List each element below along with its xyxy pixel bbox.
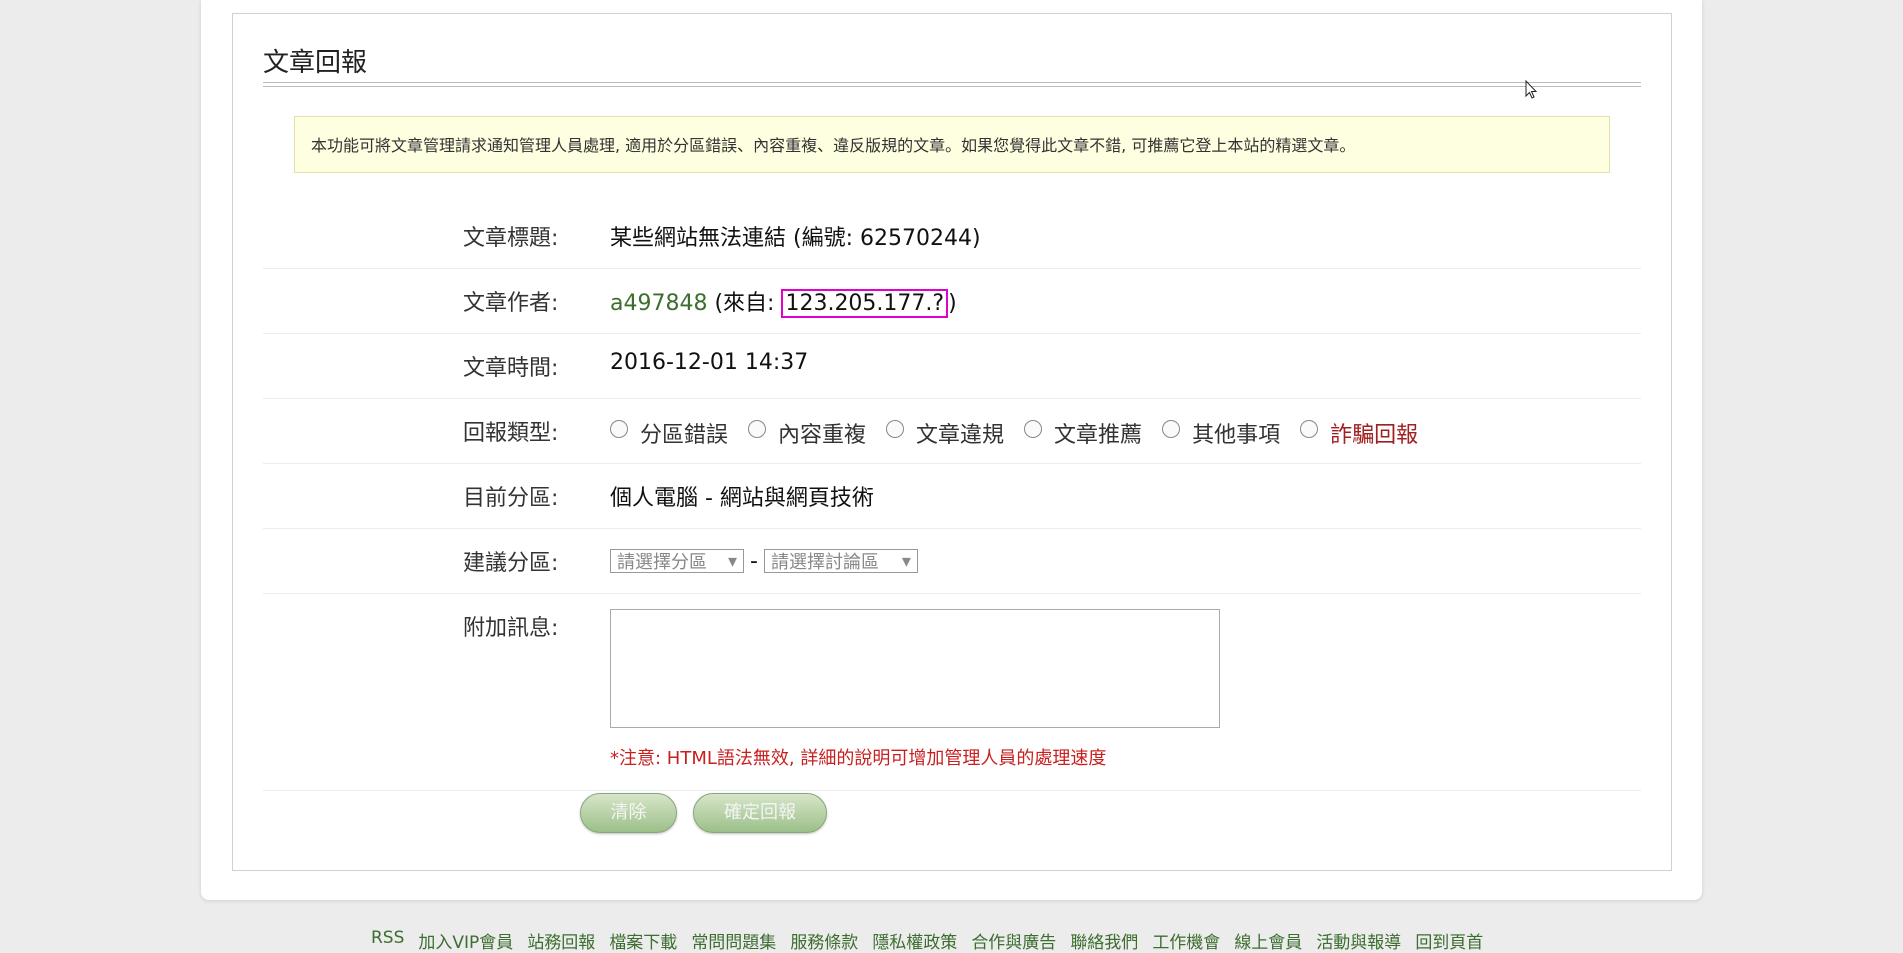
author-ip: 123.205.177.? xyxy=(781,289,949,318)
footer-links: RSS 加入VIP會員 站務回報 檔案下載 常問問題集 服務條款 隱私權政策 合… xyxy=(371,928,1483,953)
forum-select-value: 請選擇討論區 xyxy=(770,552,879,573)
footer-link-downloads[interactable]: 檔案下載 xyxy=(609,928,677,953)
title-label: 文章標題: xyxy=(463,226,559,251)
footer-link-faq[interactable]: 常問問題集 xyxy=(691,928,776,953)
notice-box: 本功能可將文章管理請求通知管理人員處理, 適用於分區錯誤、內容重複、違反版規的文… xyxy=(294,116,1610,173)
row-time: 文章時間: 2016-12-01 14:37 xyxy=(263,334,1641,399)
radio-type-0[interactable]: 分區錯誤 xyxy=(610,417,728,449)
section-select[interactable]: 請選擇分區 ▾ xyxy=(610,549,744,573)
article-time: 2016-12-01 14:37 xyxy=(610,350,809,375)
author-label: 文章作者: xyxy=(463,291,559,316)
clear-button[interactable]: 清除 xyxy=(580,793,677,833)
radio-label: 詐騙回報 xyxy=(1330,423,1419,448)
radio-button[interactable] xyxy=(886,420,905,438)
radio-label: 文章違規 xyxy=(916,423,1005,448)
report-type-group: 分區錯誤 內容重複 文章違規 文章推薦 其他事項 詐騙回報 xyxy=(610,417,1438,449)
footer-link-jobs[interactable]: 工作機會 xyxy=(1152,928,1220,953)
radio-type-4[interactable]: 其他事項 xyxy=(1162,417,1280,449)
radio-button[interactable] xyxy=(1024,420,1043,438)
radio-button[interactable] xyxy=(748,420,767,438)
author-value: a497848 (來自: 123.205.177.?) xyxy=(610,285,957,318)
footer-link-top[interactable]: 回到頁首 xyxy=(1415,928,1483,953)
radio-label: 內容重複 xyxy=(778,423,867,448)
page-title: 文章回報 xyxy=(263,48,368,78)
author-from-prefix: (來自: xyxy=(707,291,782,316)
time-label: 文章時間: xyxy=(463,356,559,381)
select-separator: - xyxy=(750,548,758,574)
extra-message-textarea[interactable] xyxy=(610,609,1220,728)
current-board: 個人電腦 - 網站與網頁技術 xyxy=(610,486,874,511)
footer-link-contact[interactable]: 聯絡我們 xyxy=(1070,928,1138,953)
footer-link-site-report[interactable]: 站務回報 xyxy=(527,928,595,953)
author-from-suffix: ) xyxy=(948,291,957,316)
suggest-selects: 請選擇分區 ▾ - 請選擇討論區 ▾ xyxy=(610,548,918,574)
footer-link-rss[interactable]: RSS xyxy=(371,928,404,953)
radio-label: 分區錯誤 xyxy=(640,423,729,448)
article-title: 某些網站無法連結 (編號: 62570244) xyxy=(610,226,981,251)
footer-link-terms[interactable]: 服務條款 xyxy=(790,928,858,953)
radio-type-3[interactable]: 文章推薦 xyxy=(1024,417,1142,449)
submit-report-button[interactable]: 確定回報 xyxy=(693,793,827,833)
row-extra-message: 附加訊息: *注意: HTML語法無效, 詳細的說明可增加管理人員的處理速度 xyxy=(263,594,1641,791)
footer-link-privacy[interactable]: 隱私權政策 xyxy=(872,928,957,953)
html-warning-note: *注意: HTML語法無效, 詳細的說明可增加管理人員的處理速度 xyxy=(610,748,1107,769)
main-card: 文章回報 本功能可將文章管理請求通知管理人員處理, 適用於分區錯誤、內容重複、違… xyxy=(201,0,1702,900)
radio-button[interactable] xyxy=(1162,420,1181,438)
report-panel: 文章回報 本功能可將文章管理請求通知管理人員處理, 適用於分區錯誤、內容重複、違… xyxy=(232,13,1672,871)
radio-label: 其他事項 xyxy=(1192,423,1281,448)
row-author: 文章作者: a497848 (來自: 123.205.177.?) xyxy=(263,269,1641,334)
type-label: 回報類型: xyxy=(463,421,559,446)
footer-link-events[interactable]: 活動與報導 xyxy=(1316,928,1401,953)
radio-button[interactable] xyxy=(610,420,628,438)
forum-select[interactable]: 請選擇討論區 ▾ xyxy=(763,549,918,573)
row-current-board: 目前分區: 個人電腦 - 網站與網頁技術 xyxy=(263,464,1641,529)
section-select-value: 請選擇分區 xyxy=(617,552,707,573)
footer-link-ads[interactable]: 合作與廣告 xyxy=(971,928,1056,953)
row-suggest-board: 建議分區: 請選擇分區 ▾ - 請選擇討論區 ▾ xyxy=(263,529,1641,594)
suggest-label: 建議分區: xyxy=(463,551,559,576)
author-link[interactable]: a497848 xyxy=(610,291,707,316)
footer-link-online-members[interactable]: 線上會員 xyxy=(1234,928,1302,953)
extra-label: 附加訊息: xyxy=(463,616,559,641)
radio-type-1[interactable]: 內容重複 xyxy=(748,417,866,449)
radio-label: 文章推薦 xyxy=(1054,423,1143,448)
row-title: 文章標題: 某些網站無法連結 (編號: 62570244) xyxy=(263,204,1641,269)
title-divider xyxy=(263,82,1641,87)
chevron-down-icon: ▾ xyxy=(727,550,737,572)
mouse-cursor-icon xyxy=(1525,80,1538,99)
current-label: 目前分區: xyxy=(463,486,559,511)
radio-button[interactable] xyxy=(1300,420,1319,438)
radio-type-5[interactable]: 詐騙回報 xyxy=(1300,417,1418,449)
row-report-type: 回報類型: 分區錯誤 內容重複 文章違規 文章推薦 其他事項 詐騙回報 xyxy=(263,399,1641,464)
footer-link-vip[interactable]: 加入VIP會員 xyxy=(418,928,513,953)
radio-type-2[interactable]: 文章違規 xyxy=(886,417,1004,449)
chevron-down-icon: ▾ xyxy=(901,550,911,572)
